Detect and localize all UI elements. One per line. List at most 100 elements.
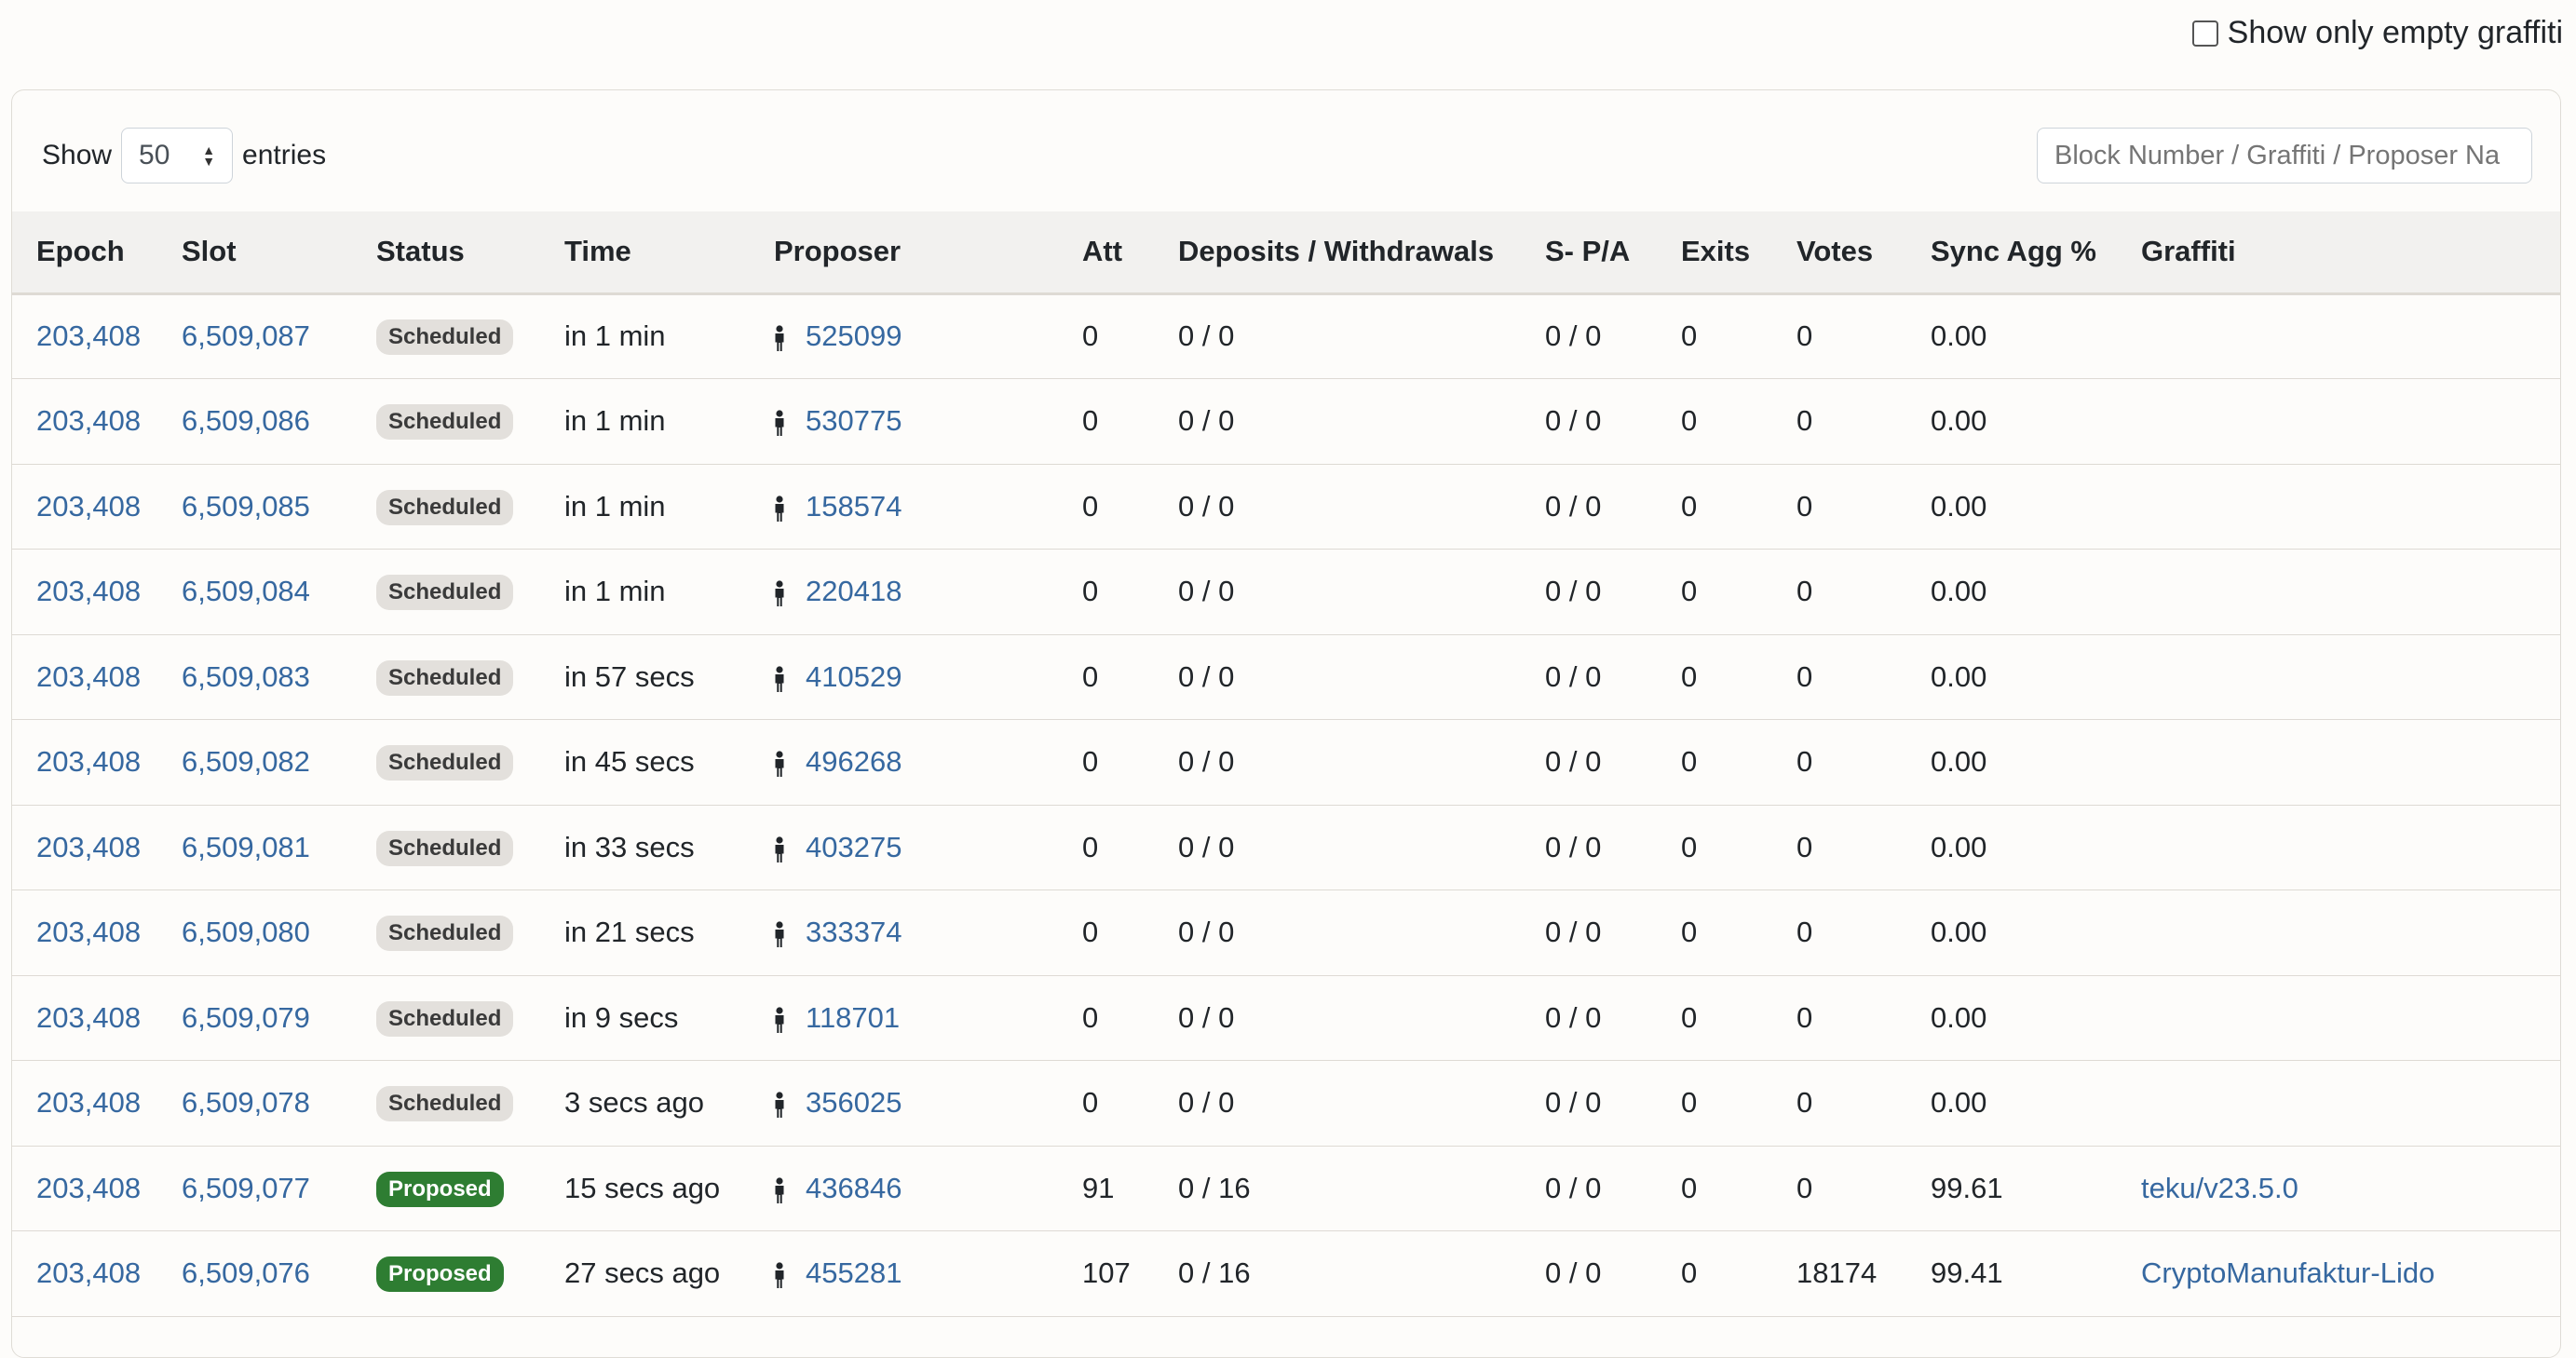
att-cell: 0 — [1082, 745, 1099, 779]
sync-agg-cell: 0.00 — [1931, 1000, 1987, 1034]
entries-select[interactable]: 50 ▲ ▼ — [121, 128, 234, 183]
slot-link[interactable]: 6,509,076 — [182, 1256, 310, 1289]
slot-link[interactable]: 6,509,084 — [182, 575, 310, 607]
table-row: 203,408 6,509,078 Scheduled 3 secs ago 35602… — [12, 1061, 2560, 1146]
table-row: 203,408 6,509,087 Scheduled in 1 min 525099 0… — [12, 293, 2560, 379]
proposer-link[interactable]: 455281 — [806, 1256, 902, 1289]
status-cell: Proposed — [376, 1231, 564, 1317]
att-cell: 0 — [1082, 659, 1099, 693]
col-slot[interactable]: Slot — [182, 211, 376, 295]
graffiti-link[interactable]: teku/v23.5.0 — [2141, 1172, 2298, 1204]
slot-link[interactable]: 6,509,085 — [182, 490, 310, 523]
slot-link[interactable]: 6,509,082 — [182, 745, 310, 778]
table-row: 203,408 6,509,076 Proposed 27 secs ago 45528… — [12, 1231, 2560, 1317]
proposer-cell: 530775 — [774, 379, 1082, 465]
status-badge: Scheduled — [376, 916, 514, 952]
slashings-cell: 0 / 0 — [1545, 1000, 1602, 1034]
graffiti-cell: CryptoManufaktur-Lido — [2141, 1231, 2560, 1317]
col-epoch[interactable]: Epoch — [12, 211, 182, 295]
proposer-link[interactable]: 118701 — [806, 1001, 900, 1034]
epoch-link[interactable]: 203,408 — [36, 660, 141, 693]
slashings-cell: 0 / 0 — [1545, 319, 1602, 353]
epoch-link[interactable]: 203,408 — [36, 1086, 141, 1119]
sync-agg-cell: 0.00 — [1931, 916, 1987, 949]
att-cell: 107 — [1082, 1256, 1131, 1290]
epoch-link[interactable]: 203,408 — [36, 745, 141, 778]
proposer-link[interactable]: 410529 — [806, 660, 902, 693]
proposer-link[interactable]: 530775 — [806, 404, 902, 437]
sync-agg-cell: 99.41 — [1931, 1256, 2003, 1290]
epoch-link[interactable]: 203,408 — [36, 319, 141, 352]
col-status[interactable]: Status — [376, 211, 564, 295]
epoch-link[interactable]: 203,408 — [36, 404, 141, 437]
proposer-link[interactable]: 403275 — [806, 831, 902, 863]
col-sync-agg[interactable]: Sync Agg % — [1931, 211, 2141, 295]
graffiti-cell — [2141, 890, 2560, 976]
exits-cell: 0 — [1681, 659, 1698, 693]
proposer-cell: 118701 — [774, 975, 1082, 1061]
time-cell: in 9 secs — [564, 1000, 679, 1034]
slot-link[interactable]: 6,509,086 — [182, 404, 310, 437]
proposer-cell: 158574 — [774, 464, 1082, 550]
entries-select-value: 50 — [139, 140, 170, 170]
votes-cell: 0 — [1796, 319, 1813, 353]
epoch-link[interactable]: 203,408 — [36, 490, 141, 523]
table-row: 203,408 6,509,084 Scheduled in 1 min 220418 0… — [12, 550, 2560, 634]
status-badge: Scheduled — [376, 319, 514, 356]
person-icon — [774, 1176, 785, 1203]
epoch-link[interactable]: 203,408 — [36, 1001, 141, 1034]
col-slashings[interactable]: S- P/A — [1545, 211, 1681, 295]
col-graffiti[interactable]: Graffiti — [2141, 211, 2560, 295]
graffiti-link[interactable]: CryptoManufaktur-Lido — [2141, 1256, 2434, 1289]
votes-cell: 0 — [1796, 830, 1813, 863]
proposer-link[interactable]: 158574 — [806, 490, 902, 523]
col-deposits-withdrawals[interactable]: Deposits / Withdrawals — [1178, 211, 1545, 295]
sync-agg-cell: 0.00 — [1931, 489, 1987, 523]
att-cell: 0 — [1082, 404, 1099, 438]
deposits-withdrawals-cell: 0 / 0 — [1178, 745, 1235, 779]
empty-graffiti-checkbox[interactable] — [2191, 20, 2218, 47]
empty-graffiti-filter[interactable]: Show only empty graffiti — [2191, 15, 2563, 51]
proposer-link[interactable]: 496268 — [806, 745, 902, 778]
epoch-cell: 203,408 — [12, 805, 182, 890]
exits-cell: 0 — [1681, 489, 1698, 523]
epoch-link[interactable]: 203,408 — [36, 831, 141, 863]
att-cell: 0 — [1082, 1086, 1099, 1120]
slot-link[interactable]: 6,509,078 — [182, 1086, 310, 1119]
col-time[interactable]: Time — [564, 211, 774, 295]
exits-cell: 0 — [1681, 1086, 1698, 1120]
slot-link[interactable]: 6,509,083 — [182, 660, 310, 693]
person-icon — [774, 1006, 785, 1033]
epoch-link[interactable]: 203,408 — [36, 1256, 141, 1289]
slot-link[interactable]: 6,509,079 — [182, 1001, 310, 1034]
slot-cell: 6,509,083 — [182, 634, 376, 720]
slot-link[interactable]: 6,509,077 — [182, 1172, 310, 1204]
exits-cell: 0 — [1681, 1000, 1698, 1034]
slot-link[interactable]: 6,509,080 — [182, 916, 310, 948]
slot-link[interactable]: 6,509,087 — [182, 319, 310, 352]
col-exits[interactable]: Exits — [1681, 211, 1796, 295]
slot-cell: 6,509,086 — [182, 379, 376, 465]
table-row: 203,408 6,509,079 Scheduled in 9 secs 118701… — [12, 975, 2560, 1061]
epoch-link[interactable]: 203,408 — [36, 916, 141, 948]
proposer-link[interactable]: 525099 — [806, 319, 902, 352]
proposer-link[interactable]: 436846 — [806, 1172, 902, 1204]
col-votes[interactable]: Votes — [1796, 211, 1931, 295]
col-proposer[interactable]: Proposer — [774, 211, 1082, 295]
epoch-link[interactable]: 203,408 — [36, 1172, 141, 1204]
slashings-cell: 0 / 0 — [1545, 489, 1602, 523]
col-att[interactable]: Att — [1082, 211, 1178, 295]
search-input[interactable] — [2037, 128, 2532, 183]
person-icon — [774, 410, 785, 437]
epoch-link[interactable]: 203,408 — [36, 575, 141, 607]
proposer-link[interactable]: 356025 — [806, 1086, 902, 1119]
proposer-link[interactable]: 220418 — [806, 575, 902, 607]
sync-agg-cell: 0.00 — [1931, 319, 1987, 353]
att-cell: 0 — [1082, 916, 1099, 949]
proposer-cell: 333374 — [774, 890, 1082, 976]
slot-link[interactable]: 6,509,081 — [182, 831, 310, 863]
exits-cell: 0 — [1681, 575, 1698, 608]
slot-cell: 6,509,076 — [182, 1231, 376, 1317]
votes-cell: 0 — [1796, 659, 1813, 693]
proposer-link[interactable]: 333374 — [806, 916, 902, 948]
